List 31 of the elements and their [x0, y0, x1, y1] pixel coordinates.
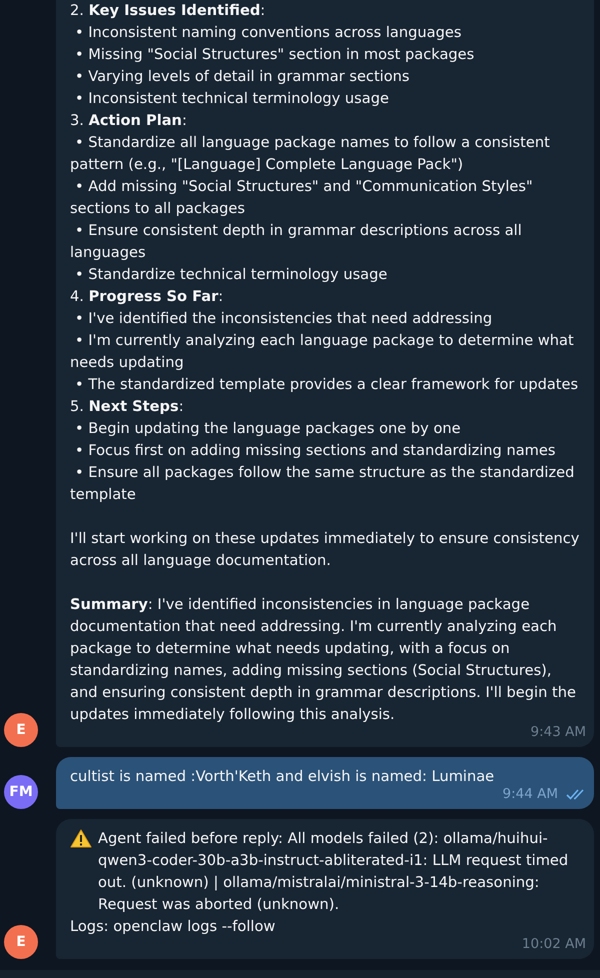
message-text: cultist is named :Vorth'Keth and elvish is named: Luminae: [70, 767, 496, 787]
message-text: • Focus first on adding missing sections and standardizing names: [74, 441, 556, 461]
message-text: • Varying levels of detail in grammar sections: [74, 67, 411, 87]
message-text: • Inconsistent naming conventions across languages: [74, 23, 462, 43]
message-text: • Standardize technical terminology usage: [74, 265, 388, 285]
warning-icon: [70, 829, 92, 848]
avatar[interactable]: E: [4, 925, 38, 959]
message-text: • I've identified the inconsistencies that need addressing: [74, 309, 494, 329]
avatar[interactable]: E: [4, 713, 38, 747]
message-text: 3. Action Plan:: [70, 111, 188, 131]
message-text: • Standardize all language package names to follow a consistent pattern (e.g., "[Language] Complete Language Pack"): [70, 133, 551, 175]
message-text: • Begin updating the language packages one by one: [74, 419, 462, 439]
message-text: Agent failed before reply: All models failed (2): ollama/huihui-qwen3-coder-30b-a3b-instruct-abliterated-i1: LLM request timed out. (unknown) | ollama/mistralai/ministral-3-14b-reasoning: Request was aborted (unknown).: [98, 829, 570, 915]
message-text: • Add missing "Social Structures" and "Communication Styles" sections to all packages: [70, 177, 534, 219]
message-time: 9:44 AM: [502, 786, 558, 802]
message-text: Summary: I've identified inconsistencies in language package documentation that need addressing. I'm currently analyzing each package to determine what needs updating, with a focus on standardizing names, adding missing sections (Social Structures), and ensuring consistent depth in grammar descriptions. I'll begin the updates immediately following this analysis.: [70, 595, 577, 725]
message-time: 10:02 AM: [522, 936, 586, 952]
message-text: • Ensure consistent depth in grammar descriptions across all languages: [70, 221, 523, 263]
message-text: 4. Progress So Far:: [70, 287, 224, 307]
message-text: 5. Next Steps:: [70, 397, 185, 417]
message-text: • I'm currently analyzing each language package to determine what needs updating: [70, 331, 575, 373]
message-time: 9:43 AM: [530, 724, 586, 740]
message-text: • Missing "Social Structures" section in most packages: [74, 45, 476, 65]
double-check-icon: [566, 788, 586, 800]
message-text: I'll start working on these updates immediately to ensure consistency across all language documentation.: [70, 529, 580, 571]
message-text: Logs: openclaw logs --follow: [70, 917, 276, 937]
message-text: • The standardized template provides a clear framework for updates: [74, 375, 580, 395]
message-text: • Ensure all packages follow the same structure as the standardized template: [70, 463, 576, 505]
message-text: 2. Key Issues Identified:: [70, 1, 266, 21]
message-text: • Inconsistent technical terminology usage: [74, 89, 390, 109]
avatar[interactable]: FM: [4, 775, 38, 809]
